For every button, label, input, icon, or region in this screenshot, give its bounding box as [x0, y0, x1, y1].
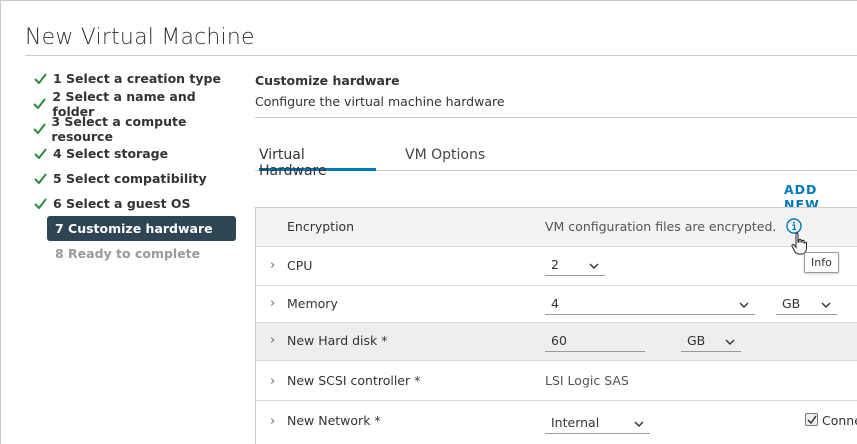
- tab-virtual-hardware[interactable]: Virtual Hardware: [259, 147, 376, 179]
- step-label: 1 Select a creation type: [53, 71, 221, 86]
- tab-vm-options[interactable]: VM Options: [405, 147, 485, 171]
- step-3[interactable]: 3 Select a compute resource: [25, 113, 237, 144]
- chevron-right-icon[interactable]: ›: [270, 258, 275, 273]
- scsi-value: LSI Logic SAS: [545, 373, 629, 388]
- scsi-label: New SCSI controller *: [287, 373, 421, 388]
- network-label: New Network *: [287, 413, 381, 428]
- chevron-down-icon: [821, 297, 831, 312]
- hardware-table: Encryption VM configuration files are en…: [255, 207, 857, 444]
- section-title: Customize hardware: [255, 73, 400, 88]
- cpu-row: › CPU 2: [256, 247, 857, 286]
- check-icon: [29, 198, 51, 209]
- step-6[interactable]: 6 Select a guest OS: [25, 191, 237, 216]
- network-row: › New Network * Internal Conne: [256, 401, 857, 444]
- step-label: 4 Select storage: [53, 146, 169, 161]
- encryption-label: Encryption: [287, 219, 355, 234]
- cpu-label: CPU: [287, 258, 313, 273]
- network-select[interactable]: Internal: [545, 412, 650, 434]
- chevron-right-icon[interactable]: ›: [270, 414, 275, 429]
- memory-value: 4: [551, 296, 559, 311]
- memory-select[interactable]: 4: [545, 293, 755, 315]
- hard-disk-size: 60: [551, 333, 567, 348]
- check-icon: [29, 73, 51, 84]
- step-label: 6 Select a guest OS: [53, 196, 191, 211]
- section-divider: [255, 117, 857, 118]
- step-2[interactable]: 2 Select a name and folder: [25, 89, 237, 119]
- network-value: Internal: [551, 415, 600, 430]
- check-icon: [29, 123, 49, 134]
- step-label: 8 Ready to complete: [55, 246, 201, 261]
- step-8: 8 Ready to complete: [25, 241, 237, 266]
- chevron-down-icon: [739, 297, 749, 312]
- memory-unit-select[interactable]: GB: [776, 293, 837, 315]
- step-label: 7 Customize hardware: [55, 221, 213, 236]
- encryption-value: VM configuration files are encrypted.: [545, 219, 777, 234]
- memory-unit: GB: [782, 296, 801, 311]
- chevron-down-icon: [589, 258, 599, 273]
- chevron-right-icon[interactable]: ›: [270, 333, 275, 348]
- connect-label: Conne: [822, 413, 857, 428]
- chevron-down-icon: [725, 334, 735, 349]
- scsi-controller-row: › New SCSI controller * LSI Logic SAS: [256, 361, 857, 401]
- chevron-right-icon[interactable]: ›: [270, 296, 275, 311]
- hard-disk-unit: GB: [687, 333, 706, 348]
- step-4[interactable]: 4 Select storage: [25, 141, 237, 166]
- step-5[interactable]: 5 Select compatibility: [25, 166, 237, 191]
- cpu-value: 2: [551, 257, 559, 272]
- chevron-down-icon: [634, 416, 644, 431]
- check-icon: [29, 148, 51, 159]
- connect-checkbox[interactable]: [805, 413, 818, 426]
- step-label: 3 Select a compute resource: [51, 113, 187, 144]
- hard-disk-size-input[interactable]: 60: [545, 330, 645, 352]
- check-icon: [29, 98, 50, 109]
- title-divider: [25, 55, 857, 56]
- check-icon: [29, 173, 51, 184]
- dialog-title: New Virtual Machine: [25, 25, 255, 50]
- step-label: 5 Select compatibility: [53, 171, 207, 186]
- hard-disk-row: › New Hard disk * 60 GB: [256, 323, 857, 361]
- checkmark-icon: [807, 415, 817, 424]
- memory-row: › Memory 4 GB: [256, 286, 857, 323]
- hard-disk-unit-select[interactable]: GB: [681, 330, 741, 352]
- section-subtitle: Configure the virtual machine hardware: [255, 94, 505, 109]
- step-7-active[interactable]: 7 Customize hardware: [47, 216, 236, 241]
- encryption-row: Encryption VM configuration files are en…: [256, 208, 857, 273]
- chevron-right-icon[interactable]: ›: [270, 374, 275, 389]
- cpu-select[interactable]: 2: [545, 254, 605, 276]
- tab-bar: Virtual Hardware VM Options: [255, 140, 857, 179]
- memory-label: Memory: [287, 296, 338, 311]
- hard-disk-label: New Hard disk *: [287, 333, 388, 348]
- wizard-steps: 1 Select a creation type 2 Select a name…: [25, 66, 237, 266]
- step-1[interactable]: 1 Select a creation type: [25, 66, 237, 91]
